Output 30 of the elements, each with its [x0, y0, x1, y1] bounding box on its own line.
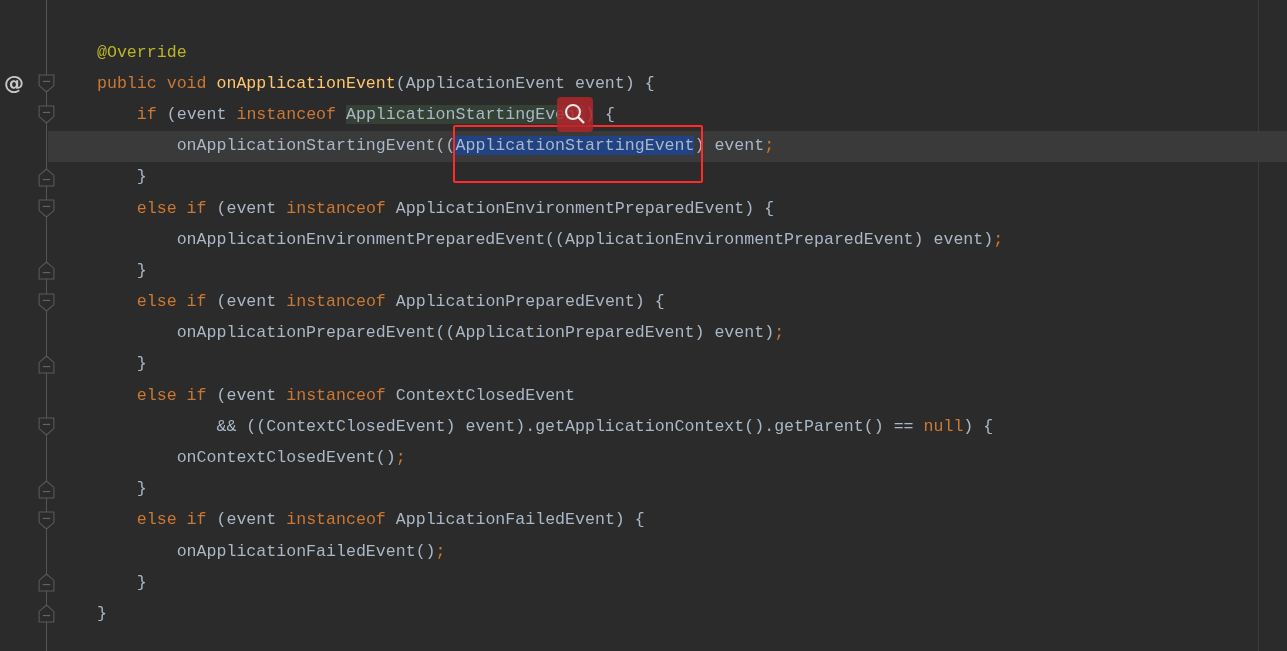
code-line: }: [135, 259, 147, 282]
fold-marker-icon[interactable]: [38, 573, 55, 593]
fold-marker-icon[interactable]: [38, 354, 55, 374]
code-line: public void onApplicationEvent(ApplicationEvent event) {: [97, 72, 655, 95]
code-line: else if (event instanceof ApplicationFailedEvent) {: [135, 509, 645, 532]
fold-marker-icon[interactable]: [38, 74, 55, 94]
code-line: onApplicationEnvironmentPreparedEvent((ApplicationEnvironmentPreparedEvent) event);: [175, 228, 1004, 251]
code-line: @Override: [97, 41, 187, 64]
code-line: }: [135, 478, 147, 501]
fold-marker-icon[interactable]: [38, 417, 55, 437]
fold-marker-icon[interactable]: [38, 604, 55, 624]
code-line: }: [135, 353, 147, 376]
code-line: onApplicationPreparedEvent((ApplicationPreparedEvent) event);: [175, 322, 785, 345]
code-line: else if (event instanceof ApplicationEnvironmentPreparedEvent) {: [135, 197, 775, 220]
code-line: && ((ContextClosedEvent) event).getApplicationContext().getParent() == null) {: [215, 415, 994, 438]
fold-marker-icon[interactable]: [38, 261, 55, 281]
code-line: }: [135, 571, 147, 594]
fold-marker-icon[interactable]: [38, 292, 55, 312]
fold-marker-icon[interactable]: [38, 510, 55, 530]
code-line: else if (event instanceof ApplicationPreparedEvent) {: [135, 291, 665, 314]
fold-marker-icon[interactable]: [38, 479, 55, 499]
fold-marker-icon[interactable]: [38, 105, 55, 125]
code-line: }: [97, 602, 107, 625]
code-line: }: [135, 166, 147, 189]
code-line: else if (event instanceof ContextClosedEvent: [135, 384, 575, 407]
gutter-mark[interactable]: @: [4, 71, 24, 96]
code-line: onContextClosedEvent();: [175, 447, 406, 470]
fold-marker-icon[interactable]: [38, 167, 55, 187]
code-line: onApplicationFailedEvent();: [175, 540, 446, 563]
fold-marker-icon[interactable]: [38, 198, 55, 218]
